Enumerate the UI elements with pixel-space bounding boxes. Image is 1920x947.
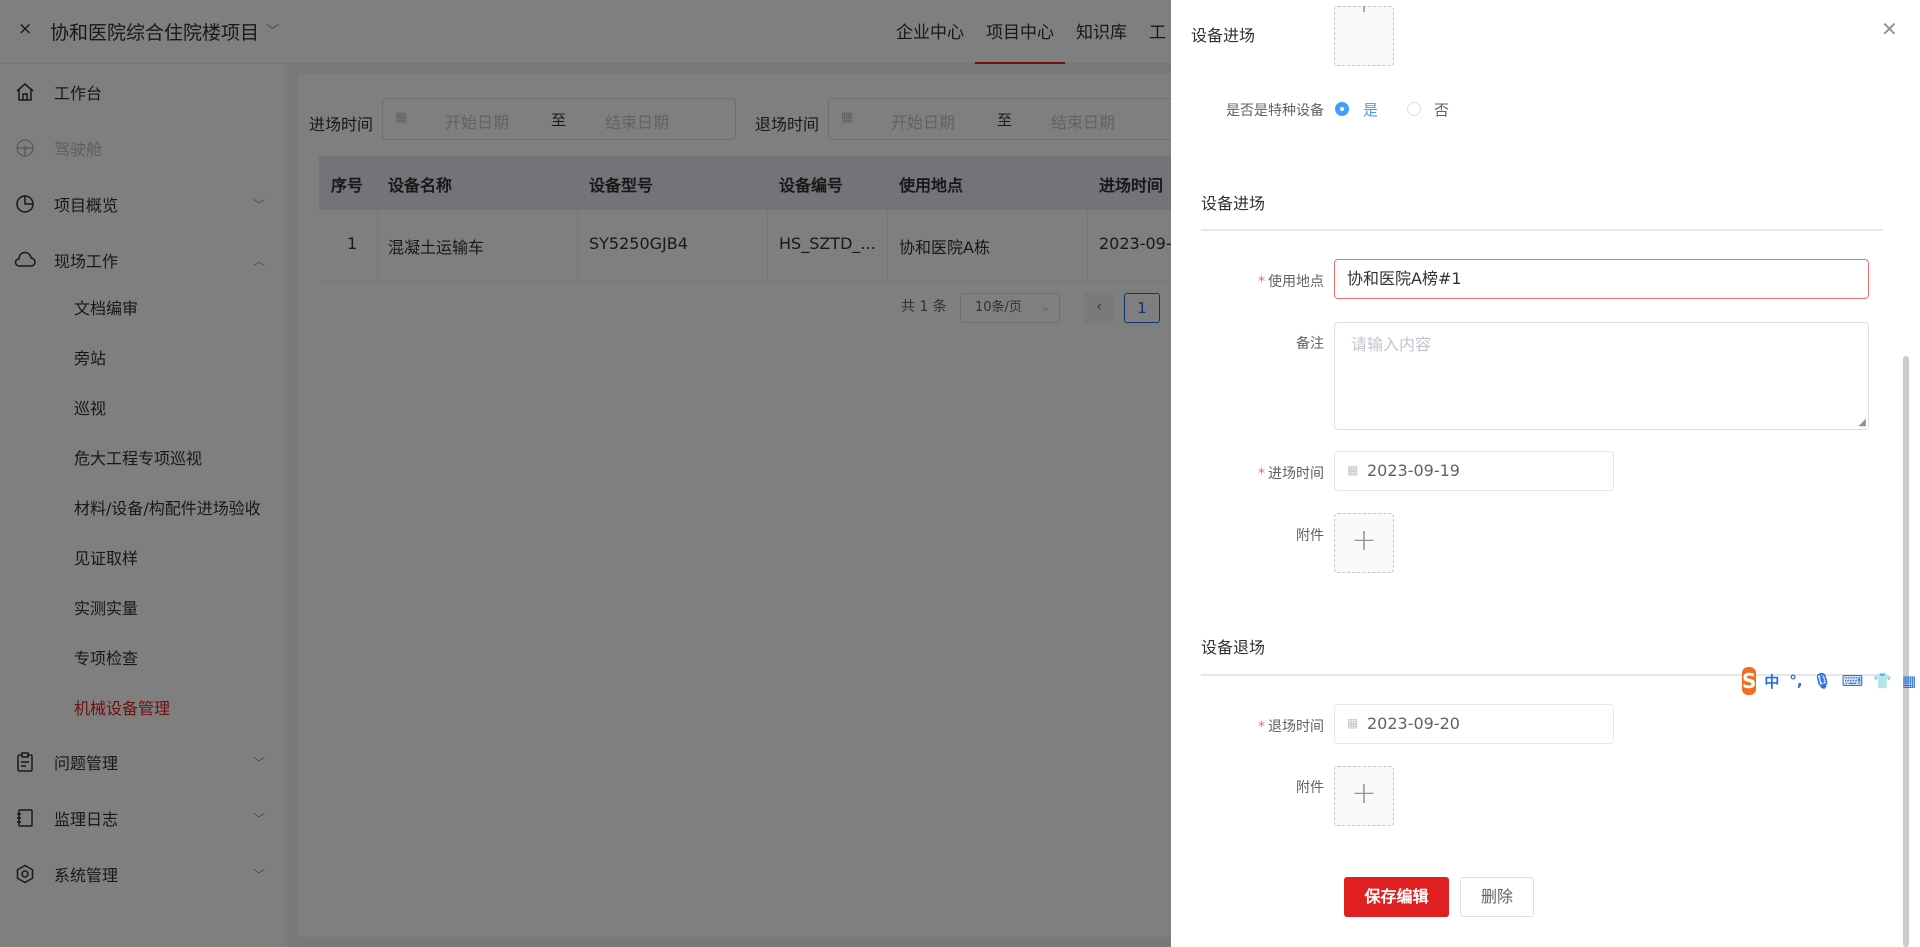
special-equipment-label: 是否是特种设备 (1226, 103, 1324, 119)
special-no-label[interactable]: 否 (1434, 99, 1449, 120)
special-no-radio[interactable] (1407, 102, 1421, 116)
skin-icon[interactable]: 👕 (1873, 672, 1892, 690)
entry-time-picker[interactable]: ▦ 2023-09-19 (1334, 451, 1614, 491)
exit-time-picker[interactable]: ▦ 2023-09-20 (1334, 704, 1614, 744)
modal-overlay[interactable] (0, 0, 1171, 947)
microphone-icon[interactable]: 🎙 (1813, 672, 1832, 690)
entry-time-label: * 进场时间 (1258, 466, 1324, 482)
location-input[interactable]: 协和医院A榜#1 (1334, 259, 1869, 299)
calendar-icon: ▦ (1347, 463, 1359, 477)
plus-icon: + (1351, 523, 1377, 558)
apps-grid-icon[interactable]: ▦ (1902, 672, 1916, 690)
attachment-label: 附件 (1296, 528, 1324, 544)
entry-time-value: 2023-09-19 (1367, 461, 1460, 480)
calendar-icon: ▦ (1347, 716, 1359, 730)
remark-textarea[interactable]: 请输入内容 ◢ (1334, 322, 1869, 430)
remark-placeholder: 请输入内容 (1351, 335, 1432, 354)
entry-attachment-upload[interactable]: + (1334, 513, 1394, 573)
section-divider (1201, 229, 1883, 231)
equipment-entry-drawer: 设备进场 ✕ + 是否是特种设备 是 否 设备进场 * 使用地点 协和医院A榜#1… (1171, 0, 1920, 947)
plus-icon: + (1351, 776, 1377, 811)
exit-time-value: 2023-09-20 (1367, 714, 1460, 733)
upload-box-partial[interactable]: + (1334, 6, 1394, 66)
resize-handle-icon[interactable]: ◢ (1858, 417, 1866, 428)
entry-section-title: 设备进场 (1201, 194, 1266, 213)
ime-toolbar[interactable]: S 中 °, 🎙 ⌨ 👕 ▦ (1742, 665, 1920, 697)
punctuation-icon[interactable]: °, (1789, 672, 1802, 690)
drawer-title: 设备进场 (1191, 26, 1256, 45)
special-yes-label[interactable]: 是 (1363, 99, 1378, 120)
plus-icon: + (1351, 0, 1377, 20)
exit-attachment-label: 附件 (1296, 780, 1324, 796)
ime-logo-icon[interactable]: S (1742, 667, 1757, 695)
keyboard-icon[interactable]: ⌨ (1842, 672, 1864, 690)
save-edit-button[interactable]: 保存编辑 (1344, 877, 1449, 917)
drawer-scrollbar[interactable] (1903, 356, 1909, 947)
ime-mode-toggle[interactable]: 中 (1764, 671, 1779, 692)
exit-section-title: 设备退场 (1201, 638, 1266, 657)
exit-time-label: * 退场时间 (1258, 719, 1324, 735)
location-label: * 使用地点 (1258, 274, 1324, 290)
delete-button[interactable]: 删除 (1460, 877, 1534, 917)
exit-attachment-upload[interactable]: + (1334, 766, 1394, 826)
close-icon[interactable]: ✕ (1881, 17, 1898, 41)
remark-label: 备注 (1296, 336, 1324, 352)
special-yes-radio[interactable] (1335, 102, 1349, 116)
